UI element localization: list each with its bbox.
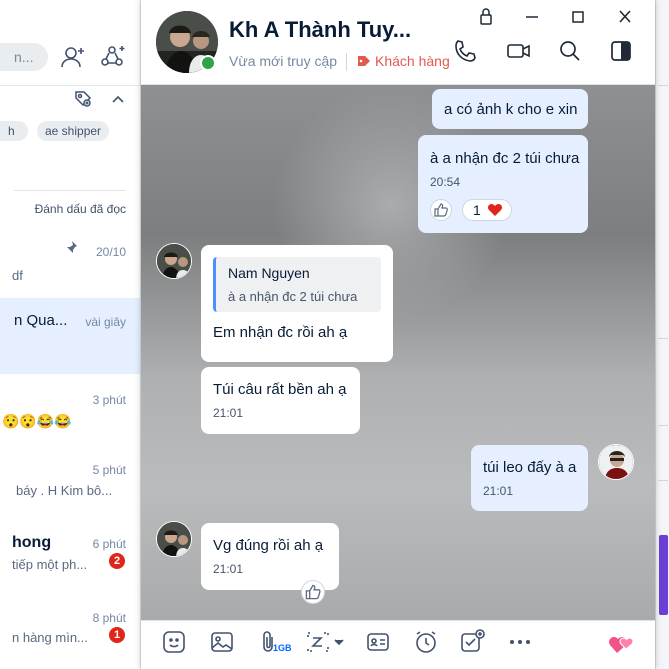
- divider: [14, 190, 126, 191]
- voice-call-icon[interactable]: [452, 38, 478, 64]
- like-reaction-button[interactable]: [430, 199, 452, 221]
- contact-card-icon[interactable]: [365, 629, 391, 655]
- divider: [0, 85, 140, 86]
- conversation-item[interactable]: 3 phút 😯😯😂😂: [0, 380, 140, 450]
- unread-badge: 2: [109, 553, 125, 569]
- message-text: Vg đúng rồi ah ạ: [213, 537, 324, 554]
- message-time: 21:01: [213, 406, 244, 420]
- message-list[interactable]: a có ảnh k cho e xin à a nhận đc 2 túi c…: [141, 85, 655, 620]
- reaction-count[interactable]: 1: [462, 199, 512, 221]
- quoted-message[interactable]: Nam Nguyen à a nhận đc 2 túi chưa: [213, 257, 381, 312]
- message-bubble-received[interactable]: Túi câu rất bền ah ạ 21:01: [201, 367, 360, 434]
- conversation-sidebar: n... h ae shipper Đánh dấu đã đọc 20/10 …: [0, 0, 141, 669]
- customer-tag[interactable]: Khách hàng: [357, 53, 450, 69]
- chat-header: Kh A Thành Tuy... Vừa mới truy cập Khách…: [141, 0, 655, 85]
- message-bubble-received[interactable]: Nam Nguyen à a nhận đc 2 túi chưa Em nhậ…: [201, 245, 393, 362]
- sender-avatar[interactable]: [156, 243, 192, 279]
- pin-icon: [64, 240, 78, 254]
- conversation-item[interactable]: hong 6 phút tiếp một ph... 2: [0, 520, 140, 590]
- label-filter-icon[interactable]: [73, 89, 93, 109]
- tag-icon: [357, 55, 371, 67]
- conversation-time: 8 phút: [92, 611, 126, 625]
- unread-badge: 1: [109, 627, 125, 643]
- conversation-item[interactable]: 20/10 df: [0, 226, 140, 296]
- conversation-info-icon[interactable]: [608, 38, 634, 64]
- conversation-snippet: báy . H Kim bô...: [16, 483, 113, 498]
- heart-icon: [487, 202, 503, 217]
- heart-sticker-icon[interactable]: [607, 629, 635, 657]
- label-chip[interactable]: h: [0, 121, 28, 141]
- message-time: 21:01: [483, 484, 514, 498]
- conversation-snippet: 😯😯😂😂: [2, 413, 72, 429]
- search-icon[interactable]: [557, 38, 583, 64]
- conversation-snippet: df: [12, 268, 23, 283]
- more-icon[interactable]: [507, 629, 533, 655]
- quoted-sender: Nam Nguyen: [228, 265, 310, 281]
- conversation-time: 6 phút: [92, 537, 126, 551]
- customer-tag-label: Khách hàng: [375, 53, 450, 69]
- add-friend-icon[interactable]: [60, 44, 86, 70]
- conversation-snippet: tiếp một ph...: [12, 557, 88, 572]
- conversation-time: 5 phút: [92, 463, 126, 477]
- conversation-name: hong: [12, 534, 52, 551]
- message-text: Túi câu rất bền ah ạ: [213, 381, 347, 398]
- online-status-dot: [200, 55, 216, 71]
- message-text: túi leo đấy à a: [483, 459, 577, 476]
- sticker-icon[interactable]: [161, 629, 187, 655]
- message-bubble-sent[interactable]: a có ảnh k cho e xin: [432, 89, 588, 129]
- quoted-text: à a nhận đc 2 túi chưa: [228, 289, 358, 304]
- conversation-item-active[interactable]: n Qua... vài giây: [0, 298, 140, 374]
- conversation-item[interactable]: 8 phút n hàng mìn... 1: [0, 596, 140, 666]
- last-active-status: Vừa mới truy cập: [229, 53, 338, 69]
- divider: [346, 53, 347, 71]
- close-button[interactable]: [613, 6, 637, 28]
- message-time: 21:01: [213, 562, 244, 576]
- conversation-name: n Qua...: [14, 312, 68, 329]
- message-text: a có ảnh k cho e xin: [444, 101, 578, 118]
- message-time: 20:54: [430, 175, 461, 189]
- chat-title[interactable]: Kh A Thành Tuy...: [229, 17, 411, 43]
- conversation-item[interactable]: 5 phút báy . H Kim bô...: [0, 450, 140, 520]
- conversation-snippet: n hàng mìn...: [12, 630, 88, 645]
- message-text: Em nhận đc rồi ah ạ: [213, 324, 348, 341]
- conversation-time: 3 phút: [92, 393, 126, 407]
- maximize-button[interactable]: [566, 6, 590, 28]
- conversation-time: vài giây: [85, 315, 126, 329]
- sender-avatar[interactable]: [156, 521, 192, 557]
- my-avatar[interactable]: [598, 444, 634, 480]
- chat-window: Kh A Thành Tuy... Vừa mới truy cập Khách…: [141, 0, 655, 669]
- reaction-count-value: 1: [473, 202, 481, 218]
- compose-toolbar: 1GB: [141, 620, 655, 669]
- background-window-edge: [655, 0, 669, 669]
- search-input[interactable]: n...: [0, 43, 48, 71]
- reminder-icon[interactable]: [413, 629, 439, 655]
- video-call-icon[interactable]: [506, 38, 532, 64]
- image-icon[interactable]: [209, 629, 235, 655]
- create-group-icon[interactable]: [100, 44, 126, 70]
- screenshot-icon[interactable]: [305, 629, 345, 655]
- message-text: à a nhận đc 2 túi chưa: [430, 150, 580, 167]
- chevron-up-icon[interactable]: [108, 89, 128, 109]
- minimize-button[interactable]: [520, 6, 544, 28]
- task-icon[interactable]: [459, 629, 485, 655]
- mark-all-read-link[interactable]: Đánh dấu đã đọc: [35, 202, 126, 216]
- conversation-time: 20/10: [95, 245, 126, 259]
- label-chip[interactable]: ae shipper: [37, 121, 110, 141]
- attachment-size-label: 1GB: [273, 643, 292, 653]
- message-bubble-received[interactable]: Vg đúng rồi ah ạ 21:01: [201, 523, 339, 590]
- message-bubble-sent[interactable]: túi leo đấy à a 21:01: [471, 445, 588, 511]
- pin-window-icon[interactable]: [474, 6, 498, 28]
- like-reaction-button[interactable]: [301, 580, 325, 604]
